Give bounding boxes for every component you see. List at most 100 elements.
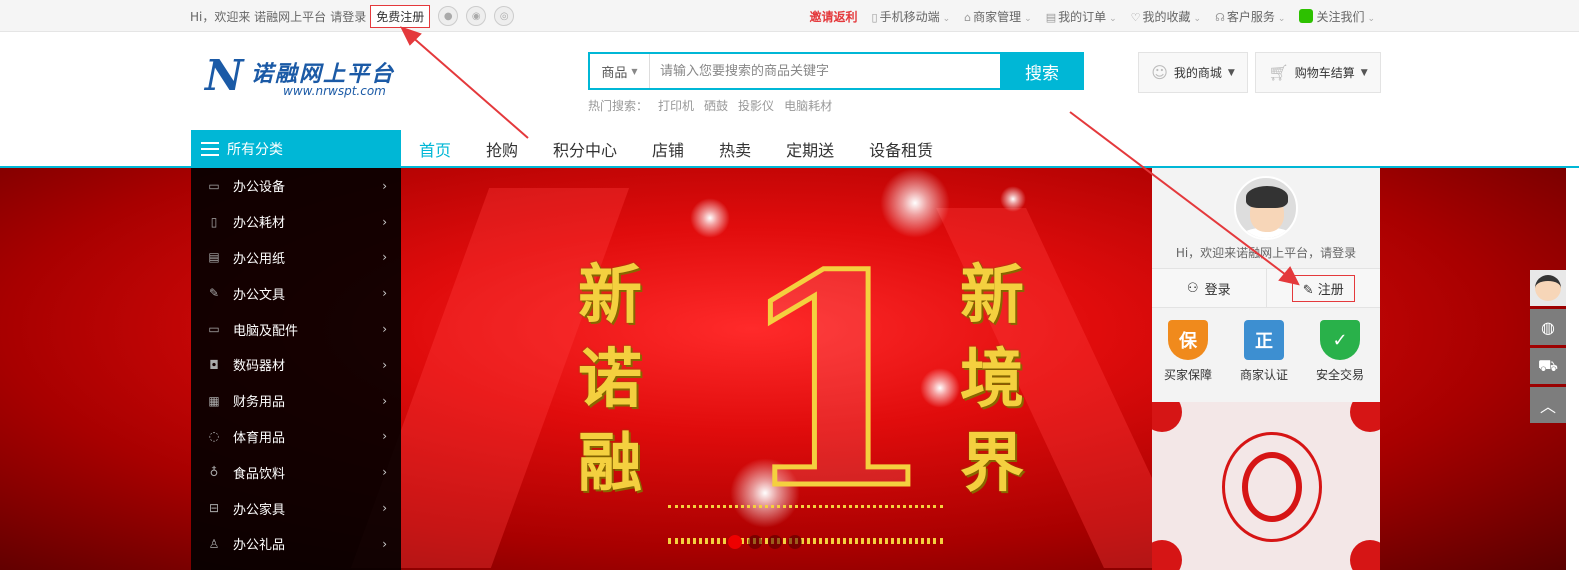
hot-keyword[interactable]: 投影仪: [738, 97, 774, 114]
monitor-icon: ▭: [208, 322, 220, 337]
search-category-select[interactable]: 商品 ▼: [590, 54, 650, 88]
nav-links: 首页 抢购 积分中心 店铺 热卖 定期送 设备租赁: [419, 130, 933, 168]
phone-icon: ▯: [871, 10, 878, 24]
top-bar-right: 邀请返利 ▯ 手机移动端 ⌄ ⌂ 商家管理 ⌄ ▤ 我的订单 ⌄ ♡ 我的收藏 ⌄ ☊ 客户服务 ⌄…: [810, 0, 1375, 32]
chevron-down-icon: ⌄: [1193, 13, 1202, 24]
chevron-right-icon: ›: [382, 214, 387, 229]
nav-subscription[interactable]: 定期送: [786, 137, 834, 161]
category-item[interactable]: ▯ 办公耗材 ›: [191, 204, 401, 240]
headset-icon: ☊: [1215, 10, 1225, 24]
search-input[interactable]: [650, 54, 1000, 88]
float-avatar-button[interactable]: [1530, 270, 1566, 306]
panel-login-button[interactable]: ⚇ 登录: [1152, 269, 1266, 307]
menu-icon: [201, 142, 219, 156]
category-item[interactable]: ✎ 办公文具 ›: [191, 275, 401, 311]
merchant-menu[interactable]: ⌂ 商家管理 ⌄: [964, 8, 1032, 25]
caret-down-icon: ▼: [1227, 67, 1235, 78]
float-cart-button[interactable]: ⛟: [1530, 348, 1566, 384]
chevron-down-icon: ⌄: [1024, 13, 1032, 24]
user-icon: ⚇: [1186, 280, 1199, 296]
wechat-icon: [1299, 8, 1314, 23]
category-item[interactable]: ▤ 办公用纸 ›: [191, 240, 401, 276]
banner-right-char: 界: [960, 426, 1024, 501]
caret-down-icon: ▼: [1360, 67, 1368, 78]
order-icon: ▤: [1045, 10, 1057, 24]
category-item[interactable]: ♙ 办公礼品 ›: [191, 526, 401, 562]
cart-icon: 🛒︎: [1268, 63, 1289, 82]
float-bag-button[interactable]: ◍: [1530, 309, 1566, 345]
cart-button[interactable]: 🛒︎ 购物车结算 ▼: [1255, 52, 1381, 93]
nav-stores[interactable]: 店铺: [652, 137, 684, 161]
chair-icon: ⊟: [208, 501, 220, 516]
site-logo[interactable]: N 诺融网上平台 www.nrwspt.com: [205, 54, 425, 104]
category-item[interactable]: ♁ 食品饮料 ›: [191, 454, 401, 490]
service-menu[interactable]: ☊ 客户服务 ⌄: [1215, 8, 1285, 25]
banner-right-char: 新: [960, 258, 1024, 333]
top-bar: Hi，欢迎来 诺融网上平台 请登录 免费注册 ● ◉ ◎ 邀请返利 ▯ 手机移动端…: [0, 0, 1579, 32]
panel-auth-buttons: ⚇ 登录 ✎ 注册: [1152, 268, 1380, 308]
edit-icon: ✎: [1302, 282, 1318, 298]
papercut-decoration: [1152, 402, 1380, 570]
merchant-certification[interactable]: 正 商家认证: [1228, 320, 1300, 383]
banner-right-char: 境: [960, 342, 1024, 417]
top-bar-left: Hi，欢迎来 诺融网上平台 请登录 免费注册 ● ◉ ◎: [190, 0, 515, 32]
all-categories-button[interactable]: 所有分类: [191, 130, 401, 168]
back-to-top-button[interactable]: ︿: [1530, 387, 1566, 423]
nav-hot[interactable]: 热卖: [719, 137, 751, 161]
nav-flash-sale[interactable]: 抢购: [486, 137, 518, 161]
nav-points[interactable]: 积分中心: [553, 137, 617, 161]
qq-icon[interactable]: ●: [438, 6, 459, 26]
chevron-right-icon: ›: [382, 536, 387, 551]
cart-icon: ⛟: [1537, 355, 1559, 375]
login-link[interactable]: 请登录: [330, 8, 366, 25]
carousel-dot[interactable]: [748, 535, 762, 549]
invite-rebate-link[interactable]: 邀请返利: [810, 8, 858, 25]
category-item[interactable]: ▦ 财务用品 ›: [191, 383, 401, 419]
banner-number: 1: [733, 213, 940, 553]
hot-keyword[interactable]: 电脑耗材: [784, 97, 832, 114]
free-register-link[interactable]: 免费注册: [370, 4, 431, 28]
chevron-right-icon: ›: [382, 393, 387, 408]
chevron-right-icon: ›: [382, 178, 387, 193]
user-icon: ☺: [1151, 63, 1168, 82]
nav-rental[interactable]: 设备租赁: [869, 137, 933, 161]
weibo-icon[interactable]: ◉: [466, 6, 487, 26]
category-item[interactable]: ⊟ 办公家具 ›: [191, 490, 401, 526]
hot-keyword[interactable]: 硒鼓: [704, 97, 728, 114]
printer-icon: ▭: [208, 178, 220, 193]
banner-left-char: 融: [578, 426, 642, 501]
carousel-dot[interactable]: [768, 535, 782, 549]
floating-toolbar: ◍ ⛟ ︿: [1530, 270, 1566, 426]
wechat-icon[interactable]: ◎: [494, 6, 515, 26]
nav-home[interactable]: 首页: [419, 137, 451, 161]
ball-icon: ◌: [208, 429, 220, 444]
certified-icon: 正: [1244, 320, 1284, 360]
carousel-dots: [728, 535, 802, 549]
gift-icon: ♙: [208, 536, 220, 551]
sparkle: [690, 198, 730, 238]
banner-left-char: 诺: [578, 342, 642, 417]
carousel-dot[interactable]: [788, 535, 802, 549]
orders-menu[interactable]: ▤ 我的订单 ⌄: [1046, 8, 1117, 25]
panel-register-button[interactable]: ✎ 注册: [1291, 274, 1355, 302]
panel-greeting: Hi，欢迎来诺融网上平台，请登录: [1175, 246, 1357, 260]
follow-us-menu[interactable]: 关注我们 ⌄: [1299, 8, 1375, 25]
category-item[interactable]: ▭ 办公设备 ›: [191, 168, 401, 204]
buyer-protection[interactable]: 保 买家保障: [1152, 320, 1224, 383]
mobile-menu[interactable]: ▯ 手机移动端 ⌄: [872, 8, 951, 25]
category-item[interactable]: ◌ 体育用品 ›: [191, 419, 401, 455]
panel-register-cell: ✎ 注册: [1265, 269, 1381, 307]
search-button[interactable]: 搜索: [1000, 52, 1084, 90]
cartridge-icon: ▯: [210, 214, 218, 229]
caret-down-icon: ▼: [631, 66, 638, 76]
category-item[interactable]: ▭ 电脑及配件 ›: [191, 311, 401, 347]
carousel-dot[interactable]: [728, 535, 742, 549]
hot-keyword[interactable]: 打印机: [658, 97, 694, 114]
chevron-right-icon: ›: [382, 250, 387, 265]
hot-search-label: 热门搜索：: [588, 99, 649, 113]
secure-transaction[interactable]: ✓ 安全交易: [1304, 320, 1376, 383]
favorites-menu[interactable]: ♡ 我的收藏 ⌄: [1131, 8, 1201, 25]
my-store-button[interactable]: ☺ 我的商城 ▼: [1138, 52, 1248, 93]
search-bar: 商品▼ 搜索: [588, 52, 1084, 90]
category-item[interactable]: ◘ 数码器材 ›: [191, 347, 401, 383]
